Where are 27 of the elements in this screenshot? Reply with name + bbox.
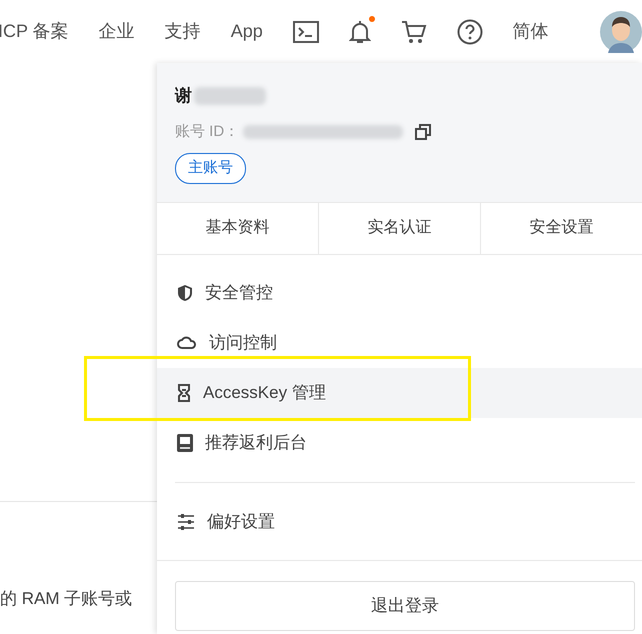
- nav-link[interactable]: App: [230, 18, 263, 45]
- copy-icon[interactable]: [415, 124, 432, 140]
- menu-item[interactable]: 安全管控: [157, 268, 642, 318]
- menu-item[interactable]: 推荐返利后台: [157, 418, 642, 468]
- profile-tab[interactable]: 基本资料: [157, 202, 319, 254]
- menu-item[interactable]: 偏好设置: [157, 496, 642, 546]
- nav-link[interactable]: 支持: [164, 18, 201, 45]
- sliders-icon: [177, 514, 195, 530]
- nav-link[interactable]: ICP 备案: [0, 18, 69, 45]
- body-text: 的 RAM 子账号或: [0, 588, 134, 610]
- terminal-icon[interactable]: [292, 20, 319, 42]
- menu-item[interactable]: 访问控制: [157, 318, 642, 368]
- shield-icon: [177, 284, 193, 302]
- account-id-label: 账号 ID：: [175, 122, 240, 142]
- user-name: 谢: [175, 85, 192, 107]
- nav-link[interactable]: 企业: [98, 18, 135, 45]
- account-type-tag: 主账号: [175, 153, 246, 184]
- notification-icon[interactable]: [348, 20, 371, 44]
- redacted-name: [194, 86, 266, 105]
- cloud-icon: [177, 336, 197, 350]
- avatar-icon[interactable]: [600, 10, 642, 52]
- menu-item[interactable]: AccessKey 管理: [157, 368, 642, 418]
- id-card-icon: [177, 434, 193, 452]
- nav-link[interactable]: 简体: [512, 18, 549, 45]
- help-icon[interactable]: [456, 18, 483, 44]
- logout-button[interactable]: 退出登录: [175, 580, 635, 630]
- cart-icon[interactable]: [400, 20, 427, 44]
